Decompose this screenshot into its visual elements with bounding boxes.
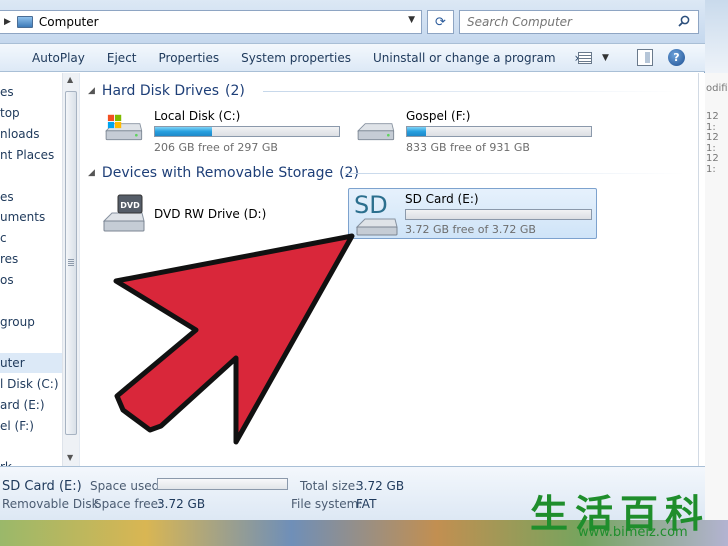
nav-scrollbar[interactable]: ▲ ▼ [62,73,79,466]
chevron-down-icon[interactable]: ▼ [408,15,415,25]
explorer-window: ▶ Computer ▼ ⟳ AutoPlay Eject Properties… [0,0,705,520]
drive-usage-fill [407,127,427,136]
address-bar-area: ▶ Computer ▼ ⟳ [0,0,705,44]
collapse-icon[interactable]: ◢ [88,86,95,96]
change-view-button[interactable]: ▼ [578,49,614,67]
refresh-button[interactable]: ⟳ [427,10,454,34]
drive-name: Local Disk (C:) [154,109,241,123]
drive-usage-bar [405,209,592,220]
watermark: 生活百科 www.bimeiz.com [528,483,728,543]
details-drive-name: SD Card (E:) [2,479,82,494]
drive-dvd-d[interactable]: DVD DVD RW Drive (D:) [100,191,300,239]
group-header-removable[interactable]: ◢ Devices with Removable Storage (2) [88,165,359,181]
nav-item[interactable]: nt Places [0,148,54,162]
nav-item[interactable]: es [0,85,14,99]
group-divider [263,91,683,92]
drive-usage-bar [406,126,592,137]
eject-button[interactable]: Eject [96,46,148,70]
nav-item[interactable]: es [0,190,14,204]
nav-item[interactable]: top [0,106,20,120]
background-text: odifie [706,83,728,94]
group-header-hard-disks[interactable]: ◢ Hard Disk Drives (2) [88,83,245,99]
drive-name: DVD RW Drive (D:) [154,207,267,221]
sd-icon-label: SD [354,191,388,219]
view-grid-icon [578,52,592,64]
total-size-value: 3.72 GB [356,479,405,493]
space-free-value: 3.72 GB [157,497,206,511]
group-divider [345,173,685,174]
command-bar: AutoPlay Eject Properties System propert… [0,44,705,72]
nav-item[interactable]: l Disk (C:) [0,377,59,391]
help-icon[interactable]: ? [668,49,685,66]
search-icon[interactable] [678,15,690,27]
drive-free-space: 833 GB free of 931 GB [406,141,530,154]
watermark-url: www.bimeiz.com [578,525,688,540]
background-text: 12 1: [706,132,719,154]
drive-name: Gospel (F:) [406,109,471,123]
drive-usage-fill [155,127,213,136]
properties-button[interactable]: Properties [148,46,231,70]
file-system-value: FAT [356,497,377,511]
file-system-label: File system: [291,497,363,511]
drive-name: SD Card (E:) [405,192,479,206]
scroll-down-icon[interactable]: ▼ [67,453,73,462]
preview-pane-button[interactable] [637,49,653,66]
nav-item[interactable]: uments [0,210,45,224]
nav-item[interactable]: group [0,315,35,329]
search-input[interactable] [467,15,672,29]
system-properties-button[interactable]: System properties [230,46,362,70]
breadcrumb-arrow-icon[interactable]: ▶ [4,17,11,27]
dvd-drive-icon: DVD [102,194,145,232]
drive-free-space: 3.72 GB free of 3.72 GB [405,223,536,236]
nav-item[interactable]: nloads [0,127,40,141]
desktop-background-top [705,0,728,73]
space-used-bar [157,478,288,490]
drive-list: ◢ Hard Disk Drives (2) ◢ Devices with Re… [80,73,698,466]
uninstall-program-button[interactable]: Uninstall or change a program [362,46,567,70]
drive-free-space: 206 GB free of 297 GB [154,141,278,154]
scroll-up-icon[interactable]: ▲ [67,75,73,84]
collapse-icon[interactable]: ◢ [88,168,95,178]
total-size-label: Total size: [300,479,360,493]
details-drive-type: Removable Disk [2,497,99,511]
computer-icon [16,16,33,28]
scrollbar-grip [68,259,74,266]
drive-gospel-f[interactable]: Gospel (F:) 833 GB free of 931 GB [352,107,592,155]
drive-usage-bar [154,126,340,137]
background-window-strip: odifie 12 1: 12 1: 12 1: [705,73,728,546]
drive-local-disk-c[interactable]: Local Disk (C:) 206 GB free of 297 GB [100,107,340,155]
chevron-down-icon[interactable]: ▼ [602,53,609,63]
nav-item[interactable]: ard (E:) [0,398,45,412]
background-text: 12 1: [706,153,719,175]
space-used-label: Space used: [90,479,164,493]
content-scroll-edge [698,73,705,466]
search-box[interactable] [459,10,699,34]
group-count: (2) [225,83,245,99]
refresh-icon: ⟳ [435,14,446,30]
dvd-icon-label: DVD [120,201,140,210]
nav-item[interactable]: os [0,273,14,287]
group-title: Devices with Removable Storage [101,165,334,181]
nav-item-computer[interactable]: uter [0,353,62,373]
group-title: Hard Disk Drives [101,83,220,99]
background-text: 12 1: [706,111,719,133]
drive-sd-card-e[interactable]: SD SD Card (E:) 3.72 GB free of 3.72 GB [348,188,597,239]
nav-item[interactable]: el (F:) [0,419,34,433]
breadcrumb-location[interactable]: Computer [39,15,99,29]
nav-item[interactable]: c [0,231,7,245]
hard-drive-icon [357,123,395,141]
space-free-label: Space free: [94,497,163,511]
breadcrumb[interactable]: ▶ Computer ▼ [0,10,422,34]
sd-card-icon: SD [354,191,398,236]
autoplay-button[interactable]: AutoPlay [0,46,96,70]
hard-drive-icon [105,114,143,141]
nav-item[interactable]: res [0,252,18,266]
